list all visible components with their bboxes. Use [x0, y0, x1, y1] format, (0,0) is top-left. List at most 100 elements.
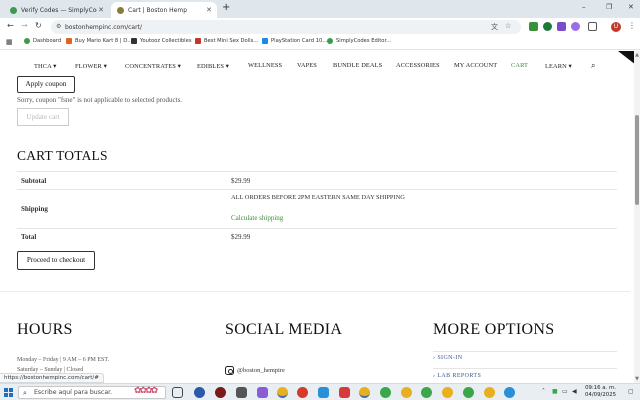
app-clock-icon[interactable] — [194, 387, 205, 398]
more-options-heading: MORE OPTIONS — [433, 321, 555, 338]
new-tab-button[interactable]: + — [222, 2, 230, 13]
total-value: $29.99 — [231, 233, 251, 241]
options-divider — [433, 351, 617, 352]
hours-weekday: Monday – Friday | 9 AM – 6 PM EST. — [17, 357, 110, 363]
site-info-icon[interactable]: ⚙ — [56, 23, 61, 30]
page-scrollbar[interactable] — [634, 51, 640, 383]
task-view-icon[interactable] — [172, 387, 183, 398]
bookmark-mario-kart[interactable]: Buy Mario Kart 8 | D... — [66, 38, 132, 44]
extension-4-icon[interactable] — [571, 22, 580, 31]
chrome-profile-2-icon[interactable] — [359, 387, 370, 398]
address-bar[interactable]: ⚙ bostonhempinc.com/cart/ — [51, 20, 521, 34]
option-sign-in[interactable]: › SIGN-IN — [433, 355, 462, 361]
extension-3-icon[interactable] — [557, 22, 566, 31]
nav-bundle-deals[interactable]: BUNDLE DEALS — [333, 62, 382, 69]
nav-accessories[interactable]: ACCESSORIES — [396, 62, 440, 69]
tab-close-icon[interactable]: ✕ — [97, 6, 105, 14]
chrome-profile-7-icon[interactable] — [463, 387, 474, 398]
instagram-handle: @boston_hempire — [237, 367, 285, 374]
tab-cart-boston-hemp[interactable]: Cart | Boston Hemp ✕ — [111, 2, 217, 18]
app-red-icon[interactable] — [339, 387, 350, 398]
simplycodes-favicon-icon — [10, 6, 17, 14]
bookmark-simplycodes-editor[interactable]: SimplyCodes Editor... — [327, 38, 391, 44]
extensions-puzzle-icon[interactable] — [588, 22, 597, 31]
bookmark-youtooz[interactable]: Youtooz Collectibles — [131, 38, 192, 44]
calculate-shipping-link[interactable]: Calculate shipping — [231, 214, 283, 222]
nav-concentrates[interactable]: CONCENTRATES ▾ — [125, 62, 181, 70]
apply-coupon-button[interactable]: Apply coupon — [17, 76, 75, 93]
app-blue-icon[interactable] — [318, 387, 329, 398]
chrome-profile-3-icon[interactable] — [380, 387, 391, 398]
url-text: bostonhempinc.com/cart/ — [65, 23, 142, 31]
forward-arrow-icon[interactable]: → — [21, 21, 28, 30]
shipping-label: Shipping — [21, 205, 48, 213]
tray-app-icon[interactable]: ■ — [552, 388, 558, 395]
tab-close-icon[interactable]: ✕ — [205, 6, 213, 14]
scrollbar-thumb[interactable] — [635, 115, 639, 205]
search-icon: ⌕ — [23, 389, 27, 397]
proceed-to-checkout-button[interactable]: Proceed to checkout — [17, 251, 95, 270]
bookmark-playstation-card[interactable]: PlayStation Card 10... — [262, 38, 327, 44]
tab-verify-codes[interactable]: Verify Codes — SimplyCodes ✕ — [4, 2, 109, 18]
notifications-icon[interactable]: ▢ — [628, 388, 634, 395]
browser-menu-icon[interactable]: ⋮ — [628, 21, 636, 30]
profile-avatar[interactable]: U — [611, 22, 621, 32]
taskbar-clock[interactable]: 09:16 a. m. 04/09/2025 — [585, 385, 616, 399]
reload-icon[interactable]: ↻ — [35, 21, 42, 30]
maximize-button[interactable]: ❐ — [606, 3, 612, 11]
app-dark-icon[interactable] — [236, 387, 247, 398]
nav-learn[interactable]: LEARN ▾ — [545, 62, 572, 70]
tab-title: Cart | Boston Hemp — [128, 6, 188, 14]
bookmark-label: Buy Mario Kart 8 | D... — [75, 38, 133, 44]
bookmark-dashboard[interactable]: Dashboard — [24, 38, 61, 44]
close-window-button[interactable]: ✕ — [628, 3, 634, 11]
minimize-button[interactable]: – — [582, 3, 586, 11]
site-search-icon[interactable]: ⌕ — [591, 61, 595, 71]
update-cart-button[interactable]: Update cart — [17, 108, 69, 126]
tray-chevron-icon[interactable]: ˄ — [542, 388, 545, 395]
volume-icon[interactable]: ◀ — [572, 388, 577, 395]
app-globe-icon[interactable] — [504, 387, 515, 398]
option-label: LAB REPORTS — [437, 373, 482, 379]
social-media-heading: SOCIAL MEDIA — [225, 321, 343, 338]
instagram-link[interactable]: @boston_hempire — [225, 366, 285, 375]
nav-flower[interactable]: FLOWER ▾ — [75, 62, 107, 70]
scroll-down-arrow-icon[interactable]: ▼ — [634, 376, 640, 382]
nav-vapes[interactable]: VAPES — [297, 62, 317, 69]
chrome-profile-5-icon[interactable] — [421, 387, 432, 398]
footer-divider — [0, 291, 630, 292]
boston-hemp-favicon-icon — [117, 6, 124, 14]
chrome-icon[interactable] — [277, 387, 288, 398]
nav-thca[interactable]: THCA ▾ — [34, 62, 56, 70]
nav-edibles[interactable]: EDIBLES ▾ — [197, 62, 229, 70]
nav-cart[interactable]: CART — [511, 62, 528, 69]
chrome-profile-4-icon[interactable] — [401, 387, 412, 398]
translate-icon[interactable]: 文 — [491, 22, 498, 32]
chrome-profile-6-icon[interactable] — [442, 387, 453, 398]
subtotal-label: Subtotal — [21, 177, 47, 185]
bookmark-label: Youtooz Collectibles — [140, 38, 192, 44]
bookmark-star-icon[interactable]: ☆ — [505, 22, 511, 30]
app-pen-icon[interactable] — [257, 387, 268, 398]
nav-my-account[interactable]: MY ACCOUNT — [454, 62, 497, 69]
extension-2-icon[interactable] — [543, 22, 552, 31]
playstation-favicon-icon — [262, 38, 268, 44]
opera-icon[interactable] — [297, 387, 308, 398]
youtooz-favicon-icon — [131, 38, 137, 44]
dashboard-favicon-icon — [24, 38, 30, 44]
tab-title: Verify Codes — SimplyCodes — [21, 6, 97, 14]
hours-heading: HOURS — [17, 321, 73, 338]
back-arrow-icon[interactable]: ← — [7, 21, 14, 30]
scroll-up-arrow-icon[interactable]: ▲ — [634, 52, 640, 58]
network-icon[interactable]: ▭ — [562, 388, 568, 395]
chrome-profile-8-icon[interactable] — [484, 387, 495, 398]
shipping-note: ALL ORDERS BEFORE 2PM EASTERN SAME DAY S… — [231, 194, 405, 201]
total-label: Total — [21, 233, 37, 241]
extension-1-icon[interactable] — [529, 22, 538, 31]
option-lab-reports[interactable]: › LAB REPORTS — [433, 373, 481, 379]
app-red-circle-icon[interactable] — [215, 387, 226, 398]
apps-grid-icon[interactable]: ▦ — [6, 38, 13, 46]
bookmark-mini-dolls[interactable]: Best Mini Sex Dolls... — [195, 38, 258, 44]
windows-start-icon[interactable] — [4, 388, 13, 397]
nav-wellness[interactable]: WELLNESS — [248, 62, 282, 69]
